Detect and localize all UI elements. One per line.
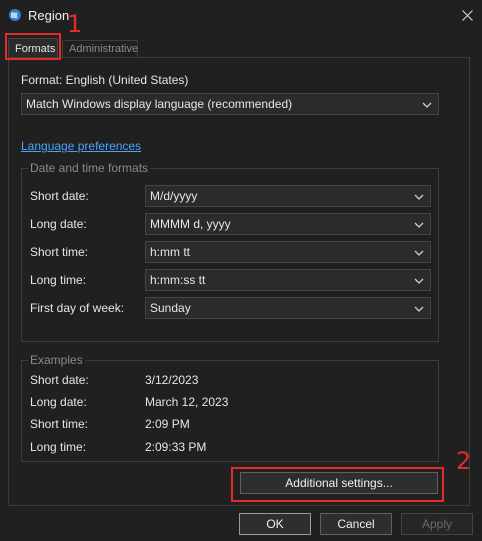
tab-formats[interactable]: Formats bbox=[8, 38, 58, 58]
window-title: Region bbox=[28, 8, 70, 23]
tab-administrative[interactable]: Administrative bbox=[62, 40, 138, 58]
date-time-formats-legend: Date and time formats bbox=[28, 161, 151, 175]
ok-button[interactable]: OK bbox=[239, 513, 311, 535]
example-long-time-label: Long time: bbox=[30, 440, 87, 454]
short-date-value: M/d/yyyy bbox=[150, 189, 198, 203]
cancel-button[interactable]: Cancel bbox=[320, 513, 392, 535]
short-time-value: h:mm tt bbox=[150, 245, 191, 259]
long-date-value: MMMM d, yyyy bbox=[150, 217, 231, 231]
long-date-dropdown[interactable]: MMMM d, yyyy bbox=[145, 213, 431, 235]
chevron-down-icon bbox=[414, 306, 424, 312]
apply-button[interactable]: Apply bbox=[401, 513, 473, 535]
example-short-date-label: Short date: bbox=[30, 373, 89, 387]
example-long-date-value: March 12, 2023 bbox=[145, 395, 229, 409]
additional-settings-button[interactable]: Additional settings... bbox=[240, 472, 438, 494]
short-time-label: Short time: bbox=[30, 245, 89, 259]
annotation-number-1: 1 bbox=[67, 10, 83, 38]
long-time-value: h:mm:ss tt bbox=[150, 273, 206, 287]
chevron-down-icon bbox=[422, 102, 432, 108]
chevron-down-icon bbox=[414, 194, 424, 200]
example-long-time-value: 2:09:33 PM bbox=[145, 440, 207, 454]
short-date-label: Short date: bbox=[30, 189, 89, 203]
example-short-time-value: 2:09 PM bbox=[145, 417, 190, 431]
examples-group: Examples Short date: 3/12/2023 Long date… bbox=[21, 353, 439, 462]
long-time-dropdown[interactable]: h:mm:ss tt bbox=[145, 269, 431, 291]
format-dropdown-value: Match Windows display language (recommen… bbox=[26, 97, 293, 111]
example-short-time-label: Short time: bbox=[30, 417, 89, 431]
example-long-date-label: Long date: bbox=[30, 395, 87, 409]
globe-icon bbox=[9, 9, 21, 21]
first-day-dropdown[interactable]: Sunday bbox=[145, 297, 431, 319]
first-day-label: First day of week: bbox=[30, 301, 125, 315]
chevron-down-icon bbox=[414, 222, 424, 228]
example-short-date-value: 3/12/2023 bbox=[145, 373, 199, 387]
close-icon bbox=[461, 9, 473, 21]
format-dropdown[interactable]: Match Windows display language (recommen… bbox=[21, 93, 439, 115]
long-time-label: Long time: bbox=[30, 273, 87, 287]
chevron-down-icon bbox=[414, 278, 424, 284]
first-day-value: Sunday bbox=[150, 301, 191, 315]
short-date-dropdown[interactable]: M/d/yyyy bbox=[145, 185, 431, 207]
format-label: Format: English (United States) bbox=[21, 73, 189, 87]
examples-legend: Examples bbox=[28, 353, 85, 367]
short-time-dropdown[interactable]: h:mm tt bbox=[145, 241, 431, 263]
date-time-formats-group: Date and time formats Short date: M/d/yy… bbox=[21, 161, 439, 342]
close-button[interactable] bbox=[452, 0, 482, 30]
formats-panel: Format: English (United States) Match Wi… bbox=[8, 57, 470, 506]
long-date-label: Long date: bbox=[30, 217, 87, 231]
chevron-down-icon bbox=[414, 250, 424, 256]
language-preferences-link[interactable]: Language preferences bbox=[21, 139, 141, 153]
annotation-number-2: 2 bbox=[456, 447, 472, 475]
